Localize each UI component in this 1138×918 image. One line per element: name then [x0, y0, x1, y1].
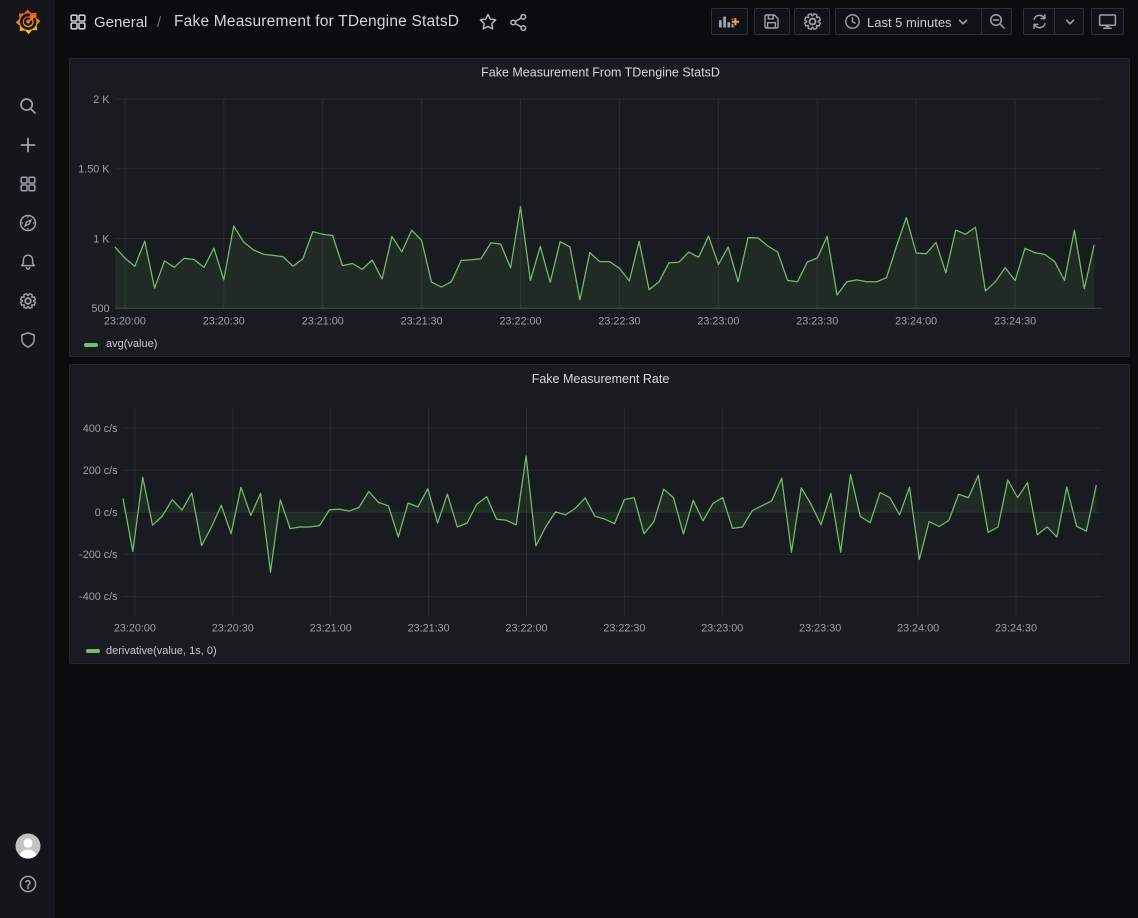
svg-text:-200 c/s: -200 c/s: [79, 549, 118, 561]
svg-text:23:24:30: 23:24:30: [994, 315, 1036, 327]
svg-text:23:20:00: 23:20:00: [114, 623, 156, 635]
svg-text:23:22:00: 23:22:00: [500, 315, 542, 327]
svg-text:23:24:30: 23:24:30: [995, 623, 1037, 635]
svg-text:Fake Measurement From TDengine: Fake Measurement From TDengine StatsD: [481, 66, 720, 80]
svg-text:23:21:00: 23:21:00: [302, 315, 344, 327]
svg-text:1.50 K: 1.50 K: [78, 164, 110, 176]
svg-text:-400 c/s: -400 c/s: [79, 591, 118, 603]
svg-text:23:24:00: 23:24:00: [895, 315, 937, 327]
svg-text:23:23:00: 23:23:00: [701, 623, 743, 635]
svg-text:23:23:30: 23:23:30: [796, 315, 838, 327]
svg-text:500: 500: [91, 303, 109, 315]
svg-text:0 c/s: 0 c/s: [95, 507, 118, 519]
svg-text:23:20:00: 23:20:00: [104, 315, 146, 327]
svg-text:23:22:00: 23:22:00: [505, 623, 547, 635]
svg-text:23:21:00: 23:21:00: [310, 623, 352, 635]
svg-text:2 K: 2 K: [93, 94, 110, 106]
svg-text:200 c/s: 200 c/s: [83, 465, 118, 477]
svg-text:23:23:00: 23:23:00: [697, 315, 739, 327]
svg-text:400 c/s: 400 c/s: [83, 423, 118, 435]
svg-text:23:20:30: 23:20:30: [203, 315, 245, 327]
svg-text:23:21:30: 23:21:30: [401, 315, 443, 327]
svg-text:23:22:30: 23:22:30: [603, 623, 645, 635]
svg-text:23:24:00: 23:24:00: [897, 623, 939, 635]
svg-text:Fake Measurement Rate: Fake Measurement Rate: [532, 372, 670, 386]
svg-text:23:22:30: 23:22:30: [598, 315, 640, 327]
svg-text:23:23:30: 23:23:30: [799, 623, 841, 635]
svg-text:23:21:30: 23:21:30: [408, 623, 450, 635]
svg-text:23:20:30: 23:20:30: [212, 623, 254, 635]
svg-text:1 K: 1 K: [93, 233, 110, 245]
